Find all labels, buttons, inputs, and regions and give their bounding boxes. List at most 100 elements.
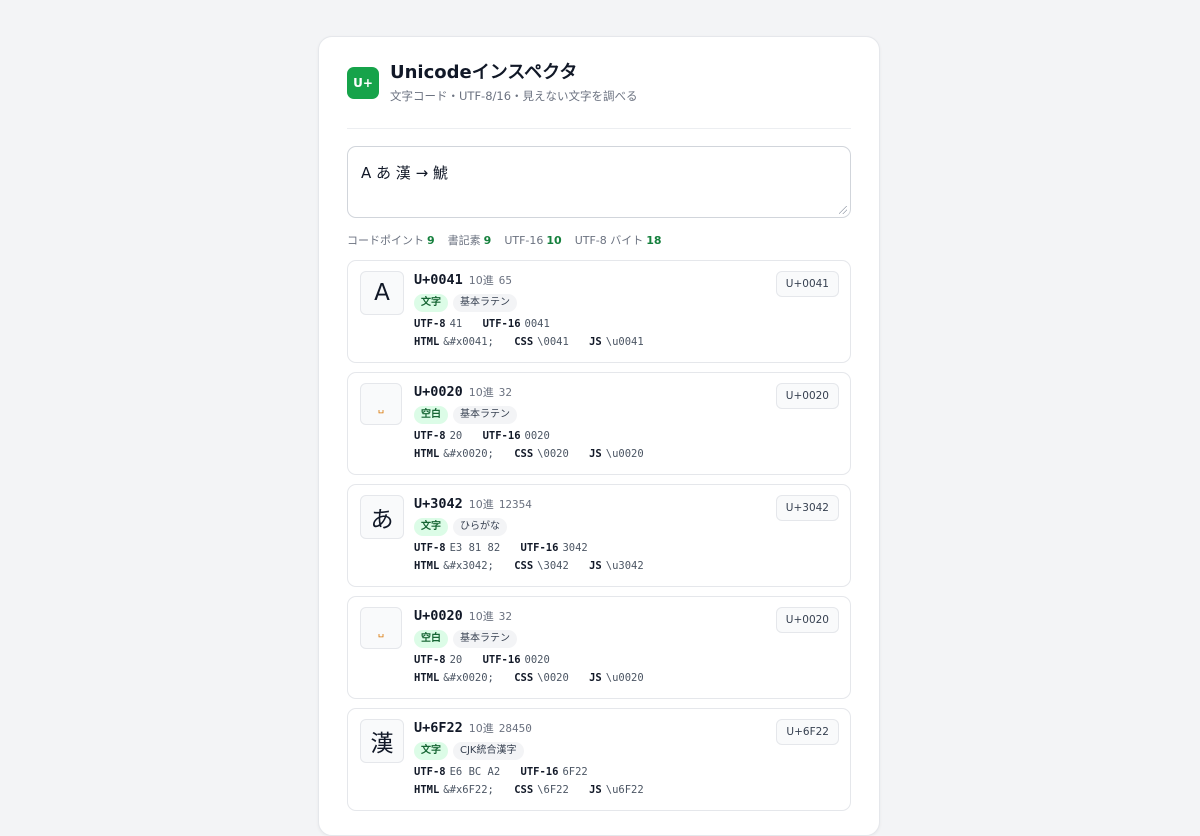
js-value: \u0041	[605, 336, 644, 348]
codepoint-info: U+0020 10進 32 空白 基本ラテン UTF-8 20 UTF-16 002…	[414, 608, 760, 686]
html-value: &#x3042;	[443, 560, 494, 572]
whitespace-glyph-preview: ␣	[360, 383, 402, 425]
tag-row: 空白 基本ラテン	[414, 406, 760, 424]
html-label: HTML	[414, 560, 440, 572]
stat-utf16-label: UTF-16	[504, 233, 544, 247]
utf8-label: UTF-8	[414, 430, 446, 442]
copy-codepoint-button[interactable]: U+0041	[775, 271, 839, 297]
encoding-line-utf: UTF-8 E6 BC A2 UTF-16 6F22	[414, 764, 760, 780]
utf8-encoding: UTF-8 E3 81 82	[414, 542, 500, 554]
codepoint-value: U+0020	[414, 384, 463, 400]
css-label: CSS	[514, 336, 534, 348]
kind-badge: 文字	[414, 518, 448, 536]
codepoint-card: A U+0041 10進 65 文字 基本ラテン UTF-8 41 UTF-16 0…	[347, 260, 851, 363]
html-value: &#x0041;	[443, 336, 494, 348]
codepoint-line: U+0020 10進 32	[414, 608, 760, 626]
css-escape: CSS \0041	[514, 336, 569, 348]
app-subtitle: 文字コード・UTF-8/16・見えない文字を調べる	[390, 88, 638, 103]
encoding-line-escapes: HTML &#x6F22; CSS \6F22 JS \u6F22	[414, 782, 760, 798]
html-escape: HTML &#x0020;	[414, 448, 494, 460]
js-value: \u0020	[605, 672, 644, 684]
app-title: Unicodeインスペクタ	[390, 61, 578, 83]
utf16-value: 0041	[524, 318, 550, 330]
tag-row: 空白 基本ラテン	[414, 630, 760, 648]
js-escape: JS \u0041	[589, 336, 644, 348]
css-label: CSS	[514, 560, 534, 572]
codepoint-value: U+3042	[414, 496, 463, 512]
decimal-value: 28450	[498, 722, 532, 735]
utf8-encoding: UTF-8 41	[414, 318, 462, 330]
decimal-label: 10進	[468, 498, 494, 511]
decimal-label: 10進	[468, 386, 494, 399]
html-label: HTML	[414, 448, 440, 460]
stat-codepoints: コードポイント 9	[347, 232, 435, 248]
utf16-encoding: UTF-16 0041	[483, 318, 550, 330]
encoding-line-escapes: HTML &#x0020; CSS \0020 JS \u0020	[414, 670, 760, 686]
decimal-label: 10進	[468, 722, 494, 735]
stat-codepoints-value: 9	[427, 234, 435, 247]
html-escape: HTML &#x0041;	[414, 336, 494, 348]
js-value: \u3042	[605, 560, 644, 572]
css-escape: CSS \0020	[514, 448, 569, 460]
copy-codepoint-button[interactable]: U+3042	[775, 495, 839, 521]
html-label: HTML	[414, 336, 440, 348]
kind-badge: 空白	[414, 406, 448, 424]
codepoint-card: 漢 U+6F22 10進 28450 文字 CJK統合漢字 UTF-8 E6 BC…	[347, 708, 851, 811]
text-input[interactable]: A あ 漢 → 鯱	[348, 147, 850, 217]
html-escape: HTML &#x6F22;	[414, 784, 494, 796]
html-escape: HTML &#x0020;	[414, 672, 494, 684]
decimal-value: 12354	[498, 498, 532, 511]
block-badge: ひらがな	[453, 518, 507, 536]
codepoint-value: U+0041	[414, 272, 463, 288]
tag-row: 文字 CJK統合漢字	[414, 742, 760, 760]
copy-codepoint-button[interactable]: U+6F22	[776, 719, 839, 745]
utf8-encoding: UTF-8 20	[414, 654, 462, 666]
stat-codepoints-label: コードポイント	[347, 234, 424, 247]
js-label: JS	[589, 672, 602, 684]
js-label: JS	[589, 336, 602, 348]
stat-utf16-value: 10	[546, 233, 562, 247]
html-value: &#x0020;	[443, 672, 494, 684]
utf8-value: 20	[449, 430, 463, 442]
css-value: \6F22	[537, 784, 569, 796]
codepoint-info: U+0041 10進 65 文字 基本ラテン UTF-8 41 UTF-16 004…	[414, 272, 760, 350]
stat-utf8-value: 18	[646, 234, 662, 247]
encoding-line-utf: UTF-8 E3 81 82 UTF-16 3042	[414, 540, 760, 556]
utf8-label: UTF-8	[414, 542, 446, 554]
codepoint-card: ␣ U+0020 10進 32 空白 基本ラテン UTF-8 20 UTF-16 0…	[347, 596, 851, 699]
copy-codepoint-button[interactable]: U+0020	[775, 607, 839, 633]
css-label: CSS	[514, 784, 534, 796]
codepoint-info: U+6F22 10進 28450 文字 CJK統合漢字 UTF-8 E6 BC A…	[414, 720, 760, 798]
tag-row: 文字 ひらがな	[414, 518, 760, 536]
decimal-value: 32	[498, 610, 513, 623]
glyph-preview: A	[360, 271, 404, 315]
app-titles: Unicodeインスペクタ 文字コード・UTF-8/16・見えない文字を調べる	[390, 62, 638, 104]
utf8-encoding: UTF-8 20	[414, 430, 462, 442]
encoding-line-escapes: HTML &#x0020; CSS \0020 JS \u0020	[414, 446, 760, 462]
js-escape: JS \u3042	[589, 560, 644, 572]
encoding-line-utf: UTF-8 41 UTF-16 0041	[414, 316, 760, 332]
codepoint-line: U+3042 10進 12354	[414, 496, 760, 514]
codepoint-line: U+0041 10進 65	[414, 272, 760, 290]
tag-row: 文字 基本ラテン	[414, 294, 760, 312]
utf16-label: UTF-16	[520, 542, 559, 554]
codepoint-line: U+0020 10進 32	[414, 384, 760, 402]
codepoint-value: U+0020	[414, 608, 463, 624]
utf8-value: 20	[449, 654, 463, 666]
utf16-value: 6F22	[562, 766, 588, 778]
stat-graphemes: 書記素 9	[448, 232, 492, 248]
css-escape: CSS \3042	[514, 560, 569, 572]
utf8-encoding: UTF-8 E6 BC A2	[414, 766, 500, 778]
codepoint-info: U+0020 10進 32 空白 基本ラテン UTF-8 20 UTF-16 002…	[414, 384, 760, 462]
copy-codepoint-button[interactable]: U+0020	[775, 383, 839, 409]
kind-badge: 文字	[414, 294, 448, 312]
utf16-encoding: UTF-16 3042	[521, 542, 588, 554]
resize-handle-icon[interactable]	[839, 206, 847, 214]
js-value: \u0020	[605, 448, 644, 460]
css-value: \0041	[537, 336, 569, 348]
css-value: \3042	[537, 560, 569, 572]
js-value: \u6F22	[605, 784, 644, 796]
codepoint-info: U+3042 10進 12354 文字 ひらがな UTF-8 E3 81 82 U…	[414, 496, 760, 574]
kind-badge: 文字	[414, 742, 448, 760]
js-escape: JS \u0020	[589, 448, 644, 460]
